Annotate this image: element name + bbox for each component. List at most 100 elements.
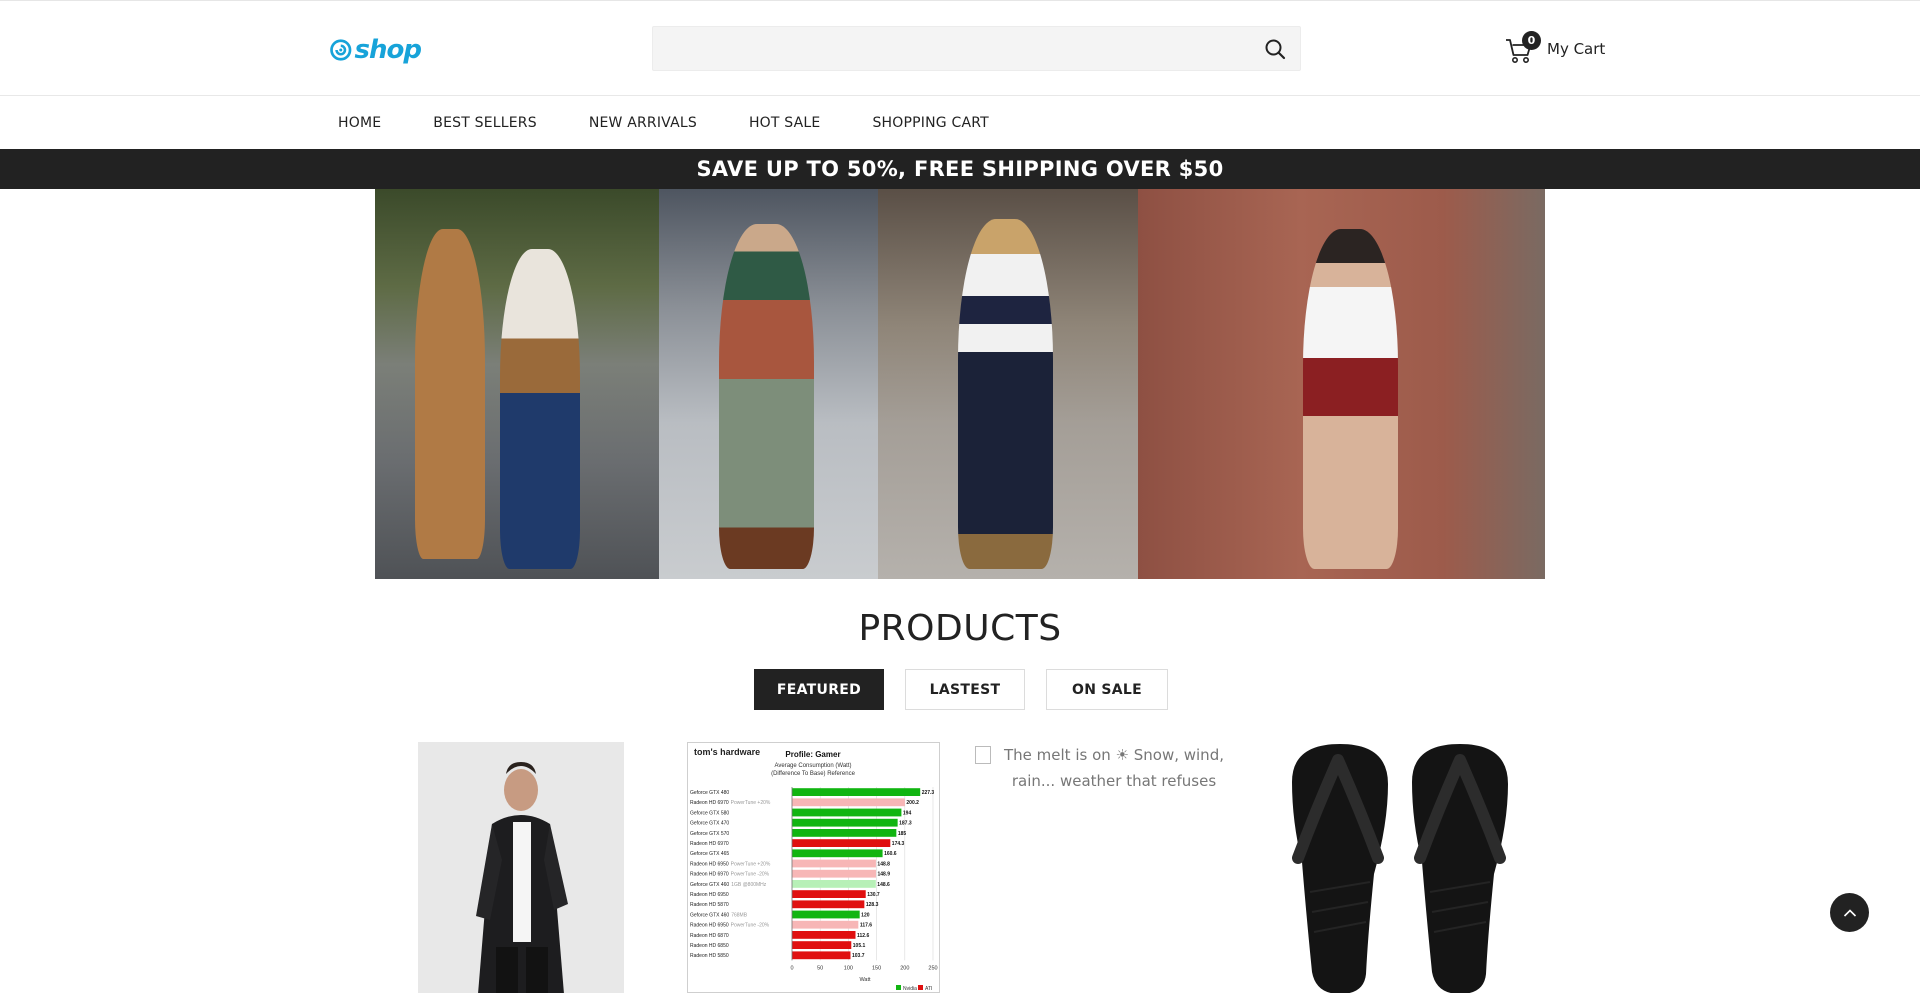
cart-button[interactable]: 0 My Cart	[1505, 29, 1615, 69]
search-icon[interactable]	[1264, 38, 1286, 60]
chart-category-label: Radeon HD 6950 PowerTune +20%	[690, 861, 771, 867]
chart-bar	[792, 869, 876, 878]
nav-item-shopping-cart[interactable]: SHOPPING CART	[872, 115, 988, 131]
product-card-flip-flops[interactable]	[1280, 742, 1530, 993]
chart-subtitle-2: (Difference To Base) Reference	[771, 771, 855, 777]
chevron-up-icon	[1843, 908, 1856, 917]
chart-category-label: Geforce GTX 580	[690, 810, 729, 816]
logo-text: shop	[354, 35, 422, 65]
chart-value-label: 160.6	[884, 851, 897, 857]
chart-value-label: 120	[861, 912, 870, 918]
chart-bar	[792, 849, 883, 858]
nav-item-home[interactable]: HOME	[338, 115, 381, 131]
chart-bar	[792, 920, 859, 929]
product-card-jacket[interactable]	[418, 742, 624, 993]
chart-bar	[792, 951, 851, 960]
chart-category-label: Radeon HD 6850	[690, 943, 729, 949]
banner-photo-1	[375, 189, 659, 579]
chart-brand: tom's hardware	[694, 747, 760, 757]
chart-bar	[792, 910, 860, 919]
chart-value-label: 105.1	[853, 943, 866, 949]
chart-bar	[792, 839, 891, 847]
chart-bar	[792, 880, 876, 888]
chart-title: Profile: Gamer	[785, 750, 840, 759]
chart-legend-label: ATI	[925, 986, 932, 992]
search-input[interactable]	[653, 27, 1243, 70]
chart-value-label: 148.8	[877, 861, 890, 867]
chart-category-label: Geforce GTX 460 1GB @800MHz	[690, 882, 767, 888]
chart-bar	[792, 808, 902, 817]
chart-value-label: 174.3	[892, 841, 905, 847]
chart-category-note: PowerTune +20%	[731, 800, 771, 806]
chart-category-label: Geforce GTX 465	[690, 851, 729, 857]
chart-category-label: Radeon HD 6870	[690, 933, 729, 939]
chart-category-label: Radeon HD 6970 PowerTune -20%	[690, 872, 770, 878]
product-card-broken-image[interactable]: The melt is on ☀ Snow, wind, rain... wea…	[975, 742, 1235, 993]
tab-featured[interactable]: FEATURED	[754, 669, 884, 710]
chart-value-label: 187.3	[899, 821, 912, 827]
site-header: shop 0 My Cart	[0, 1, 1920, 96]
chart-legend-label: Nvidia	[903, 986, 917, 992]
chart-category-label: Geforce GTX 470	[690, 821, 729, 827]
main-nav: HOME BEST SELLERS NEW ARRIVALS HOT SALE …	[0, 97, 1920, 149]
chart-category-note: PowerTune +20%	[731, 861, 771, 867]
tab-lastest[interactable]: LASTEST	[905, 669, 1025, 710]
chart-subtitle: Average Consumption (Watt)	[774, 763, 851, 769]
chart-value-label: 227.3	[922, 790, 935, 796]
chart-value-label: 112.6	[857, 933, 869, 939]
product-card-chart[interactable]: tom's hardware Profile: Gamer Average Co…	[687, 742, 940, 993]
cart-count-badge: 0	[1522, 31, 1541, 50]
nav-item-hot-sale[interactable]: HOT SALE	[749, 115, 821, 131]
nav-item-new-arrivals[interactable]: NEW ARRIVALS	[589, 115, 697, 131]
chart-value-label: 148.6	[877, 882, 890, 888]
logo-swirl-icon	[330, 39, 352, 61]
product-tabs: FEATURED LASTEST ON SALE	[754, 669, 1189, 710]
products-heading: PRODUCTS	[858, 608, 1062, 649]
product-image-jacket	[418, 742, 624, 993]
hero-banner[interactable]	[375, 189, 1545, 579]
tab-on-sale[interactable]: ON SALE	[1046, 669, 1168, 710]
chart-bar	[792, 859, 876, 868]
broken-image-alt-text: The melt is on ☀ Snow, wind, rain... wea…	[1004, 746, 1224, 790]
chart-category-label: Radeon HD 6970 PowerTune +20%	[690, 800, 771, 806]
chart-bar	[792, 798, 905, 807]
chart-category-note: 768MB	[731, 912, 748, 918]
chart-xlabel: Watt	[859, 977, 871, 983]
chart-legend-swatch	[918, 985, 923, 990]
chart-bar	[792, 900, 865, 909]
banner-photo-3	[878, 189, 1138, 579]
chart-value-label: 117.6	[860, 923, 872, 929]
chart-value-label: 130.7	[867, 892, 880, 898]
chart-legend-swatch	[896, 985, 901, 990]
broken-image-icon	[975, 746, 991, 764]
chart-value-label: 148.9	[877, 872, 890, 878]
chart-category-label: Radeon HD 6950	[690, 892, 729, 898]
banner-photo-2	[659, 189, 878, 579]
chart-category-note: PowerTune -20%	[731, 923, 770, 929]
chart-tick-label: 150	[872, 965, 881, 971]
chart-bar	[792, 941, 852, 949]
chart-value-label: 194	[903, 810, 912, 816]
chart-value-label: 103.7	[852, 953, 865, 959]
chart-bar	[792, 890, 866, 898]
back-to-top-button[interactable]	[1830, 893, 1869, 932]
chart-category-note: PowerTune -20%	[731, 872, 770, 878]
search-bar	[652, 26, 1301, 71]
chart-category-label: Geforce GTX 460 768MB	[690, 912, 748, 918]
chart-category-label: Radeon HD 5850	[690, 953, 729, 959]
chart-tick-label: 0	[790, 965, 793, 971]
banner-photo-4	[1138, 189, 1545, 579]
product-image-flip-flops	[1280, 742, 1530, 993]
nav-item-best-sellers[interactable]: BEST SELLERS	[433, 115, 537, 131]
chart-bar	[792, 829, 897, 837]
cart-label: My Cart	[1547, 40, 1606, 58]
chart-tick-label: 50	[817, 965, 823, 971]
chart-bar	[792, 931, 856, 939]
chart-tick-label: 250	[928, 965, 937, 971]
site-logo[interactable]: shop	[329, 33, 422, 67]
chart-category-label: Radeon HD 5870	[690, 902, 729, 908]
chart-tick-label: 200	[900, 965, 909, 971]
chart-bar	[792, 818, 898, 827]
chart-category-label: Geforce GTX 570	[690, 831, 729, 837]
chart-value-label: 185	[898, 831, 907, 837]
